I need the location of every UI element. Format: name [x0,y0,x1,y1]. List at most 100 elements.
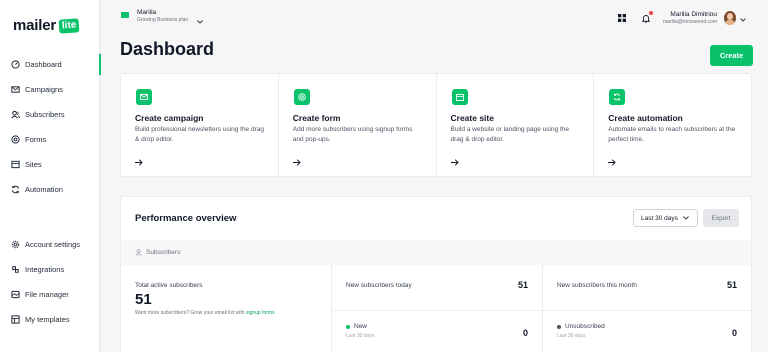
envelope-icon [136,89,152,105]
stat-value: 51 [135,291,152,308]
new-subscribers-30d: New Last 30 days 0 [332,311,543,352]
sites-icon [11,160,20,169]
card-title: Create form [292,113,341,123]
arrow-right-icon[interactable] [608,153,616,171]
sidebar-item-integrations[interactable]: Integrations [0,257,100,282]
arrow-right-icon[interactable] [450,153,459,171]
stat-value: 0 [522,328,528,338]
mailerlite-logo[interactable]: mailer lite [13,17,80,34]
apps-grid-button[interactable] [615,11,629,25]
avatar[interactable] [724,11,736,25]
stat-note: Want more subscribers? Grow your email l… [135,310,275,316]
new-subscribers-today: New subscribers today 51 [332,265,543,311]
sidebar-item-label: File manager [25,290,69,299]
stat-label: New subscribers today [346,282,412,289]
arrow-right-icon[interactable] [135,153,143,171]
user-info[interactable]: Marilia Dimitriou marilia@mooseend.com [663,11,717,26]
section-title: Performance overview [135,213,237,224]
stat-value: 51 [517,280,528,290]
sidebar-item-label: Dashboard [25,60,62,69]
stat-label: Unsubscribed [557,323,605,330]
status-dot [557,324,561,329]
sidebar-item-automation[interactable]: Automation [0,177,100,202]
card-title: Create automation [608,113,683,123]
account-plan: Growing Business plan [137,17,189,23]
stat-label: New subscribers this month [557,282,637,289]
card-create-form[interactable]: Create form Add more subscribers using s… [279,74,437,176]
dashboard-icon [11,60,20,69]
unsubscribed-30d: Unsubscribed Last 30 days 0 [543,311,751,352]
stat-label: Total active subscribers [135,282,203,289]
chevron-down-icon [197,11,203,29]
sidebar-item-sites[interactable]: Sites [0,152,100,177]
account-flag-icon [121,12,129,18]
refresh-icon [609,89,626,105]
sidebar-item-label: Integrations [25,265,65,274]
sidebar-item-dashboard[interactable]: Dashboard [0,52,101,77]
notifications-button[interactable] [639,11,654,25]
total-active-subscribers: Total active subscribers 51 Want more su… [121,265,332,352]
stat-label: New [346,323,367,330]
sidebar-item-label: Sites [25,160,42,169]
sidebar-item-forms[interactable]: Forms [0,127,100,152]
stat-value: 0 [731,328,737,338]
sidebar-item-file-manager[interactable]: File manager [0,282,100,307]
target-icon [293,89,310,105]
stat-period: Last 30 days [346,333,375,339]
quick-actions: Create campaign Build professional newsl… [120,73,752,177]
sidebar-item-label: Account settings [25,240,81,249]
stat-label-text: Unsubscribed [565,323,605,330]
subscribers-section-header: Subscribers [121,240,751,265]
sidebar-item-label: Subscribers [25,110,65,119]
date-range-value: Last 30 days [641,214,678,222]
subscribers-section-label: Subscribers [146,249,181,256]
user-email: marilia@mooseend.com [663,18,717,25]
logo-badge: lite [58,17,80,34]
card-create-site[interactable]: Create site Build a website or landing p… [437,74,595,176]
user-name: Marilia Dimitriou [670,10,717,18]
gear-icon [11,240,20,249]
notification-badge [649,11,654,15]
sidebar-item-account-settings[interactable]: Account settings [0,232,100,257]
sidebar-item-campaigns[interactable]: Campaigns [0,77,100,102]
new-subscribers-this-month: New subscribers this month 51 [543,265,751,311]
users-icon [11,110,20,119]
card-create-automation[interactable]: Create automation Automate emails to rea… [594,74,751,176]
stat-value: 51 [726,280,737,290]
signup-forms-link[interactable]: signup forms [246,310,275,316]
card-create-campaign[interactable]: Create campaign Build professional newsl… [121,74,279,176]
grid-icon [618,14,627,22]
page-title: Dashboard [120,39,215,59]
arrow-right-icon[interactable] [292,153,301,171]
user-icon [135,249,142,256]
templates-icon [11,315,20,324]
stat-period: Last 30 days [557,333,586,339]
card-description: Automate emails to reach subscribers at … [608,126,736,143]
sidebar-item-label: Campaigns [25,85,63,94]
stat-note-text: Want more subscribers? Grow your email l… [135,310,245,316]
status-dot [346,324,350,329]
account-info: Marilia Growing Business plan [137,9,188,24]
browser-icon [451,89,468,105]
account-name: Marilia [137,9,157,16]
sidebar-item-label: My templates [25,315,70,324]
account-switcher[interactable]: Marilia Growing Business plan [121,9,203,29]
card-description: Build professional newsletters using the… [135,126,264,143]
export-button[interactable]: Export [703,209,739,227]
stat-label-text: New [354,323,368,330]
forms-icon [11,135,20,144]
logo-text: mailer [13,17,56,34]
card-description: Build a website or landing page using th… [450,126,570,143]
automation-icon [11,185,20,194]
integrations-icon [11,265,20,274]
topbar-actions: Marilia Dimitriou marilia@mooseend.com [605,9,746,27]
card-title: Create site [450,113,494,123]
chevron-down-icon[interactable] [740,9,746,27]
bell-icon [642,14,651,22]
create-button[interactable]: Create [710,45,753,66]
sidebar-item-my-templates[interactable]: My templates [0,307,100,332]
sidebar-item-subscribers[interactable]: Subscribers [0,102,100,127]
date-range-select[interactable]: Last 30 days [633,209,698,227]
envelope-icon [11,85,20,94]
